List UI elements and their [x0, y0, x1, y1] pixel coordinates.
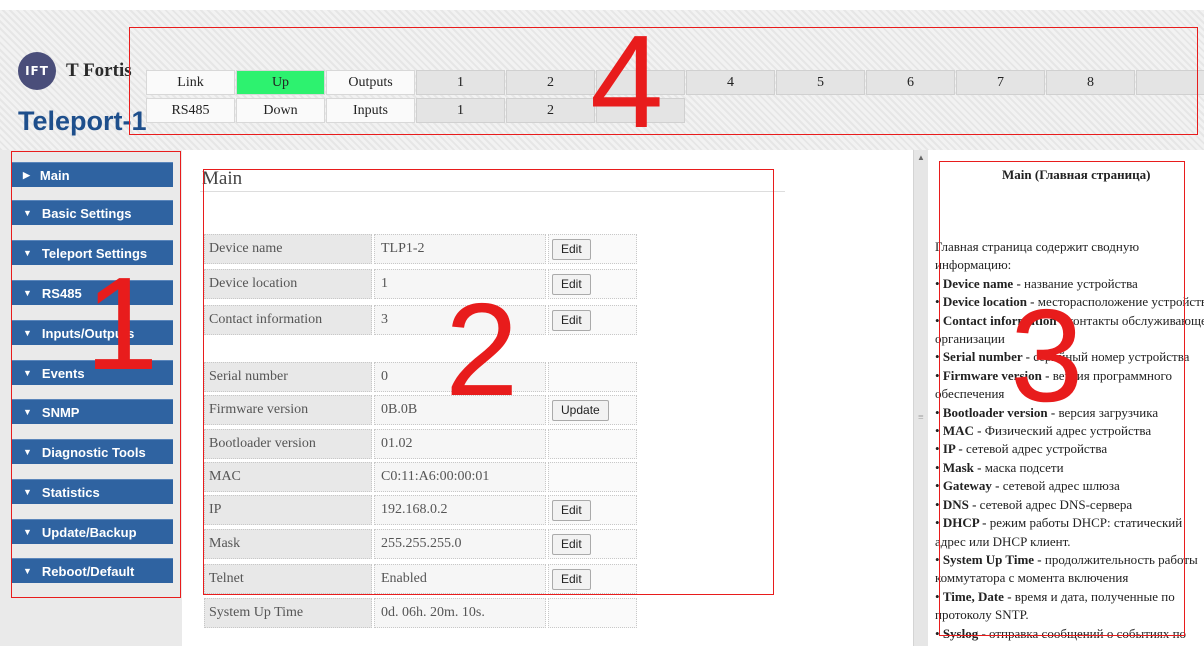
brand-name: T Fortis — [66, 60, 132, 81]
annotation-number-3: 3 — [1010, 282, 1084, 429]
device-title: Teleport-1 — [18, 106, 147, 136]
splitter-grip-icon[interactable]: ≡ — [918, 412, 924, 423]
annotation-number-2: 2 — [445, 276, 519, 423]
info-row: System Up Time 0d. 06h. 20m. 10s. — [204, 598, 637, 628]
annotation-number-4: 4 — [590, 8, 664, 155]
annotation-number-1: 1 — [85, 250, 159, 397]
help-scrollbar[interactable]: ▲ ≡ — [913, 150, 928, 646]
annotation-box-status — [129, 27, 1198, 135]
logo-mark-icon: IFT — [18, 52, 56, 90]
brand-logo: IFT T Fortis — [18, 52, 132, 90]
info-value: 0d. 06h. 20m. 10s. — [374, 598, 546, 628]
info-action-cell — [548, 598, 637, 628]
info-label: System Up Time — [204, 598, 372, 628]
scroll-up-arrow-icon[interactable]: ▲ — [917, 153, 925, 162]
